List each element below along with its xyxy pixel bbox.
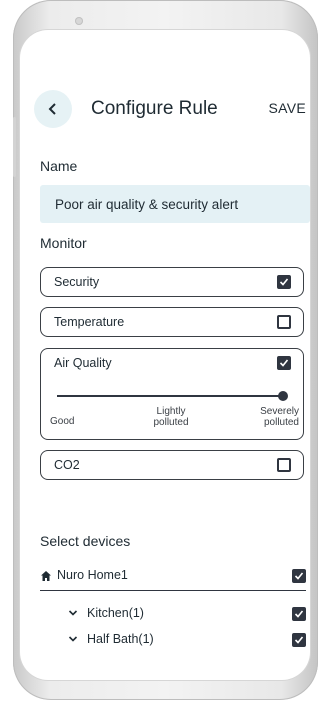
screen: Configure Rule SAVE Name Poor air qualit… <box>20 30 310 680</box>
front-camera <box>75 17 83 25</box>
divider <box>40 590 306 591</box>
chevron-down-icon[interactable] <box>68 608 78 618</box>
room-label: Half Bath(1) <box>87 632 154 646</box>
monitor-item-security[interactable]: Security <box>40 267 304 297</box>
chevron-down-icon[interactable] <box>68 634 78 644</box>
device-home-row[interactable]: Nuro Home1 <box>40 564 310 588</box>
check-icon <box>279 278 289 286</box>
name-label: Name <box>40 158 78 174</box>
temperature-checkbox[interactable] <box>277 315 291 329</box>
name-field[interactable]: Poor air quality & security alert <box>40 185 310 223</box>
room-label: Kitchen(1) <box>87 606 144 620</box>
slider-label-severely-polluted: Severely polluted <box>260 406 299 428</box>
select-devices-label: Select devices <box>40 533 131 549</box>
monitor-item-co2[interactable]: CO2 <box>40 450 304 480</box>
check-icon <box>294 636 304 644</box>
check-icon <box>294 572 304 580</box>
check-icon <box>294 610 304 618</box>
back-button[interactable] <box>34 90 72 128</box>
co2-checkbox[interactable] <box>277 458 291 472</box>
kitchen-checkbox[interactable] <box>292 607 306 621</box>
slider-label-good: Good <box>50 416 75 427</box>
save-button[interactable]: SAVE <box>268 100 306 116</box>
name-value: Poor air quality & security alert <box>55 196 239 212</box>
side-button <box>13 117 16 177</box>
device-room-row[interactable]: Half Bath(1) <box>40 628 310 652</box>
half-bath-checkbox[interactable] <box>292 633 306 647</box>
monitor-item-air-quality[interactable]: Air Quality Good Lightly polluted Severe… <box>40 348 304 440</box>
monitor-item-label: Air Quality <box>54 356 112 370</box>
monitor-item-label: CO2 <box>54 458 80 472</box>
device-room-row[interactable]: Kitchen(1) <box>40 602 310 626</box>
home-checkbox[interactable] <box>292 569 306 583</box>
chevron-left-icon <box>48 103 56 115</box>
check-icon <box>279 359 289 367</box>
home-icon <box>41 571 51 581</box>
monitor-item-temperature[interactable]: Temperature <box>40 307 304 337</box>
header: Configure Rule SAVE <box>20 90 310 134</box>
air-quality-slider[interactable] <box>57 391 288 401</box>
home-label: Nuro Home1 <box>57 568 128 582</box>
monitor-label: Monitor <box>40 235 87 251</box>
monitor-item-label: Security <box>54 275 100 289</box>
security-checkbox[interactable] <box>277 275 291 289</box>
air-quality-checkbox[interactable] <box>277 356 291 370</box>
page-title: Configure Rule <box>91 98 218 119</box>
monitor-item-label: Temperature <box>54 315 125 329</box>
slider-handle[interactable] <box>278 391 288 401</box>
slider-label-lightly-polluted: Lightly polluted <box>153 406 189 428</box>
